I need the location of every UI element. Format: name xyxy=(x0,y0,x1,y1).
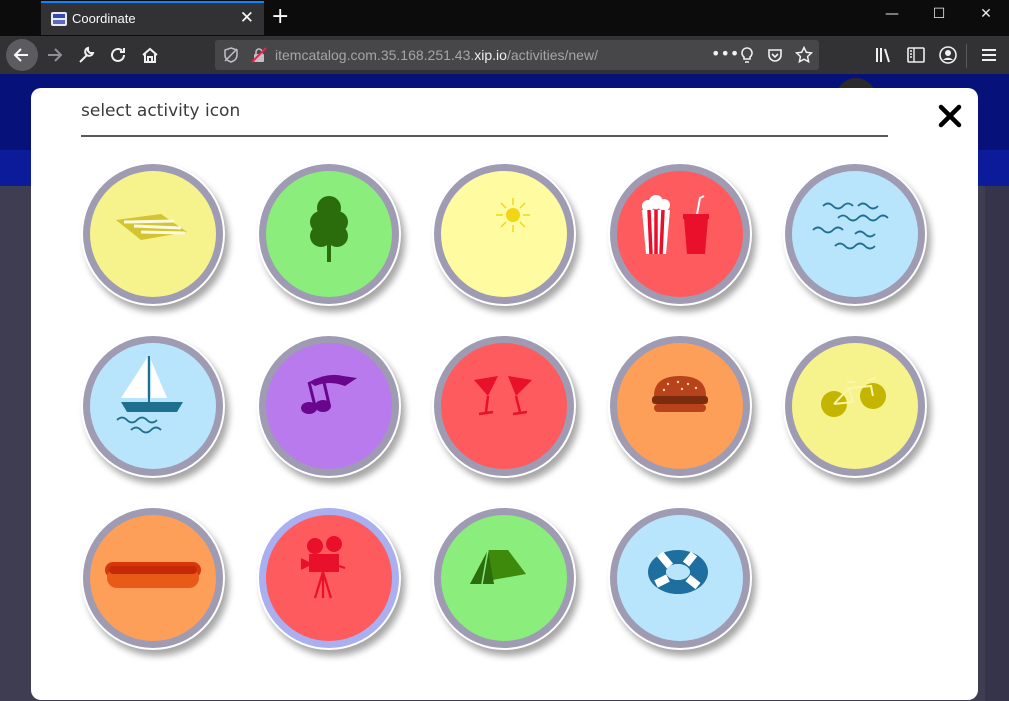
sailboat-icon[interactable] xyxy=(81,334,225,478)
site-favicon-icon xyxy=(51,12,67,26)
home-icon[interactable] xyxy=(140,45,160,65)
navigation-toolbar: itemcatalog.com.35.168.251.43.xip.io/act… xyxy=(0,36,1009,74)
pocket-icon[interactable] xyxy=(767,47,783,63)
close-icon[interactable] xyxy=(936,102,964,130)
hotdog-icon[interactable] xyxy=(81,506,225,650)
new-tab-icon[interactable]: + xyxy=(271,4,289,30)
lightbulb-icon[interactable] xyxy=(739,47,755,64)
tree-icon[interactable] xyxy=(257,162,401,306)
burger-icon[interactable] xyxy=(608,334,752,478)
url-host: xip.io xyxy=(474,47,507,63)
sidebar-icon[interactable] xyxy=(906,45,926,65)
life-ring-icon[interactable] xyxy=(608,506,752,650)
tab-title: Coordinate xyxy=(72,11,136,26)
browser-tab[interactable]: Coordinate ✕ xyxy=(41,1,264,35)
bicycle-icon[interactable] xyxy=(783,334,927,478)
reload-icon[interactable] xyxy=(108,45,128,65)
beach-towel-icon[interactable] xyxy=(81,162,225,306)
address-bar[interactable]: itemcatalog.com.35.168.251.43.xip.io/act… xyxy=(215,40,819,70)
back-arrow-icon xyxy=(13,48,28,62)
toolbar-divider xyxy=(966,44,967,68)
tracking-protection-icon[interactable] xyxy=(223,47,239,63)
waves-icon[interactable] xyxy=(783,162,927,306)
maximize-icon[interactable]: ☐ xyxy=(927,6,951,28)
forward-arrow-icon[interactable] xyxy=(44,45,64,65)
back-button[interactable] xyxy=(6,39,38,71)
cocktail-glasses-icon[interactable] xyxy=(432,334,576,478)
icon-picker-modal: select activity icon xyxy=(31,88,978,700)
url-path: /activities/new/ xyxy=(506,47,598,63)
insecure-lock-icon[interactable] xyxy=(251,47,267,63)
menu-icon[interactable] xyxy=(979,45,999,65)
movie-camera-icon[interactable] xyxy=(257,506,401,650)
tent-icon[interactable] xyxy=(432,506,576,650)
minimize-icon[interactable]: — xyxy=(880,6,904,28)
tab-strip: Coordinate ✕ + — ☐ ✕ xyxy=(0,0,1009,36)
library-icon[interactable] xyxy=(874,45,894,65)
tab-close-icon[interactable]: ✕ xyxy=(240,8,254,28)
popcorn-drink-icon[interactable] xyxy=(608,162,752,306)
wrench-icon[interactable] xyxy=(76,45,96,65)
page-actions-icon[interactable]: ••• xyxy=(711,44,739,63)
url-prefix: itemcatalog.com.35.168.251.43. xyxy=(275,47,475,63)
url-text[interactable]: itemcatalog.com.35.168.251.43.xip.io/act… xyxy=(275,47,598,63)
account-icon[interactable] xyxy=(938,45,958,65)
music-note-icon[interactable] xyxy=(257,334,401,478)
title-divider xyxy=(81,135,888,137)
page-content-edge xyxy=(985,186,1009,701)
sun-icon[interactable] xyxy=(432,162,576,306)
bookmark-star-icon[interactable] xyxy=(795,46,813,64)
window-close-icon[interactable]: ✕ xyxy=(974,6,998,28)
modal-title: select activity icon xyxy=(81,101,241,121)
